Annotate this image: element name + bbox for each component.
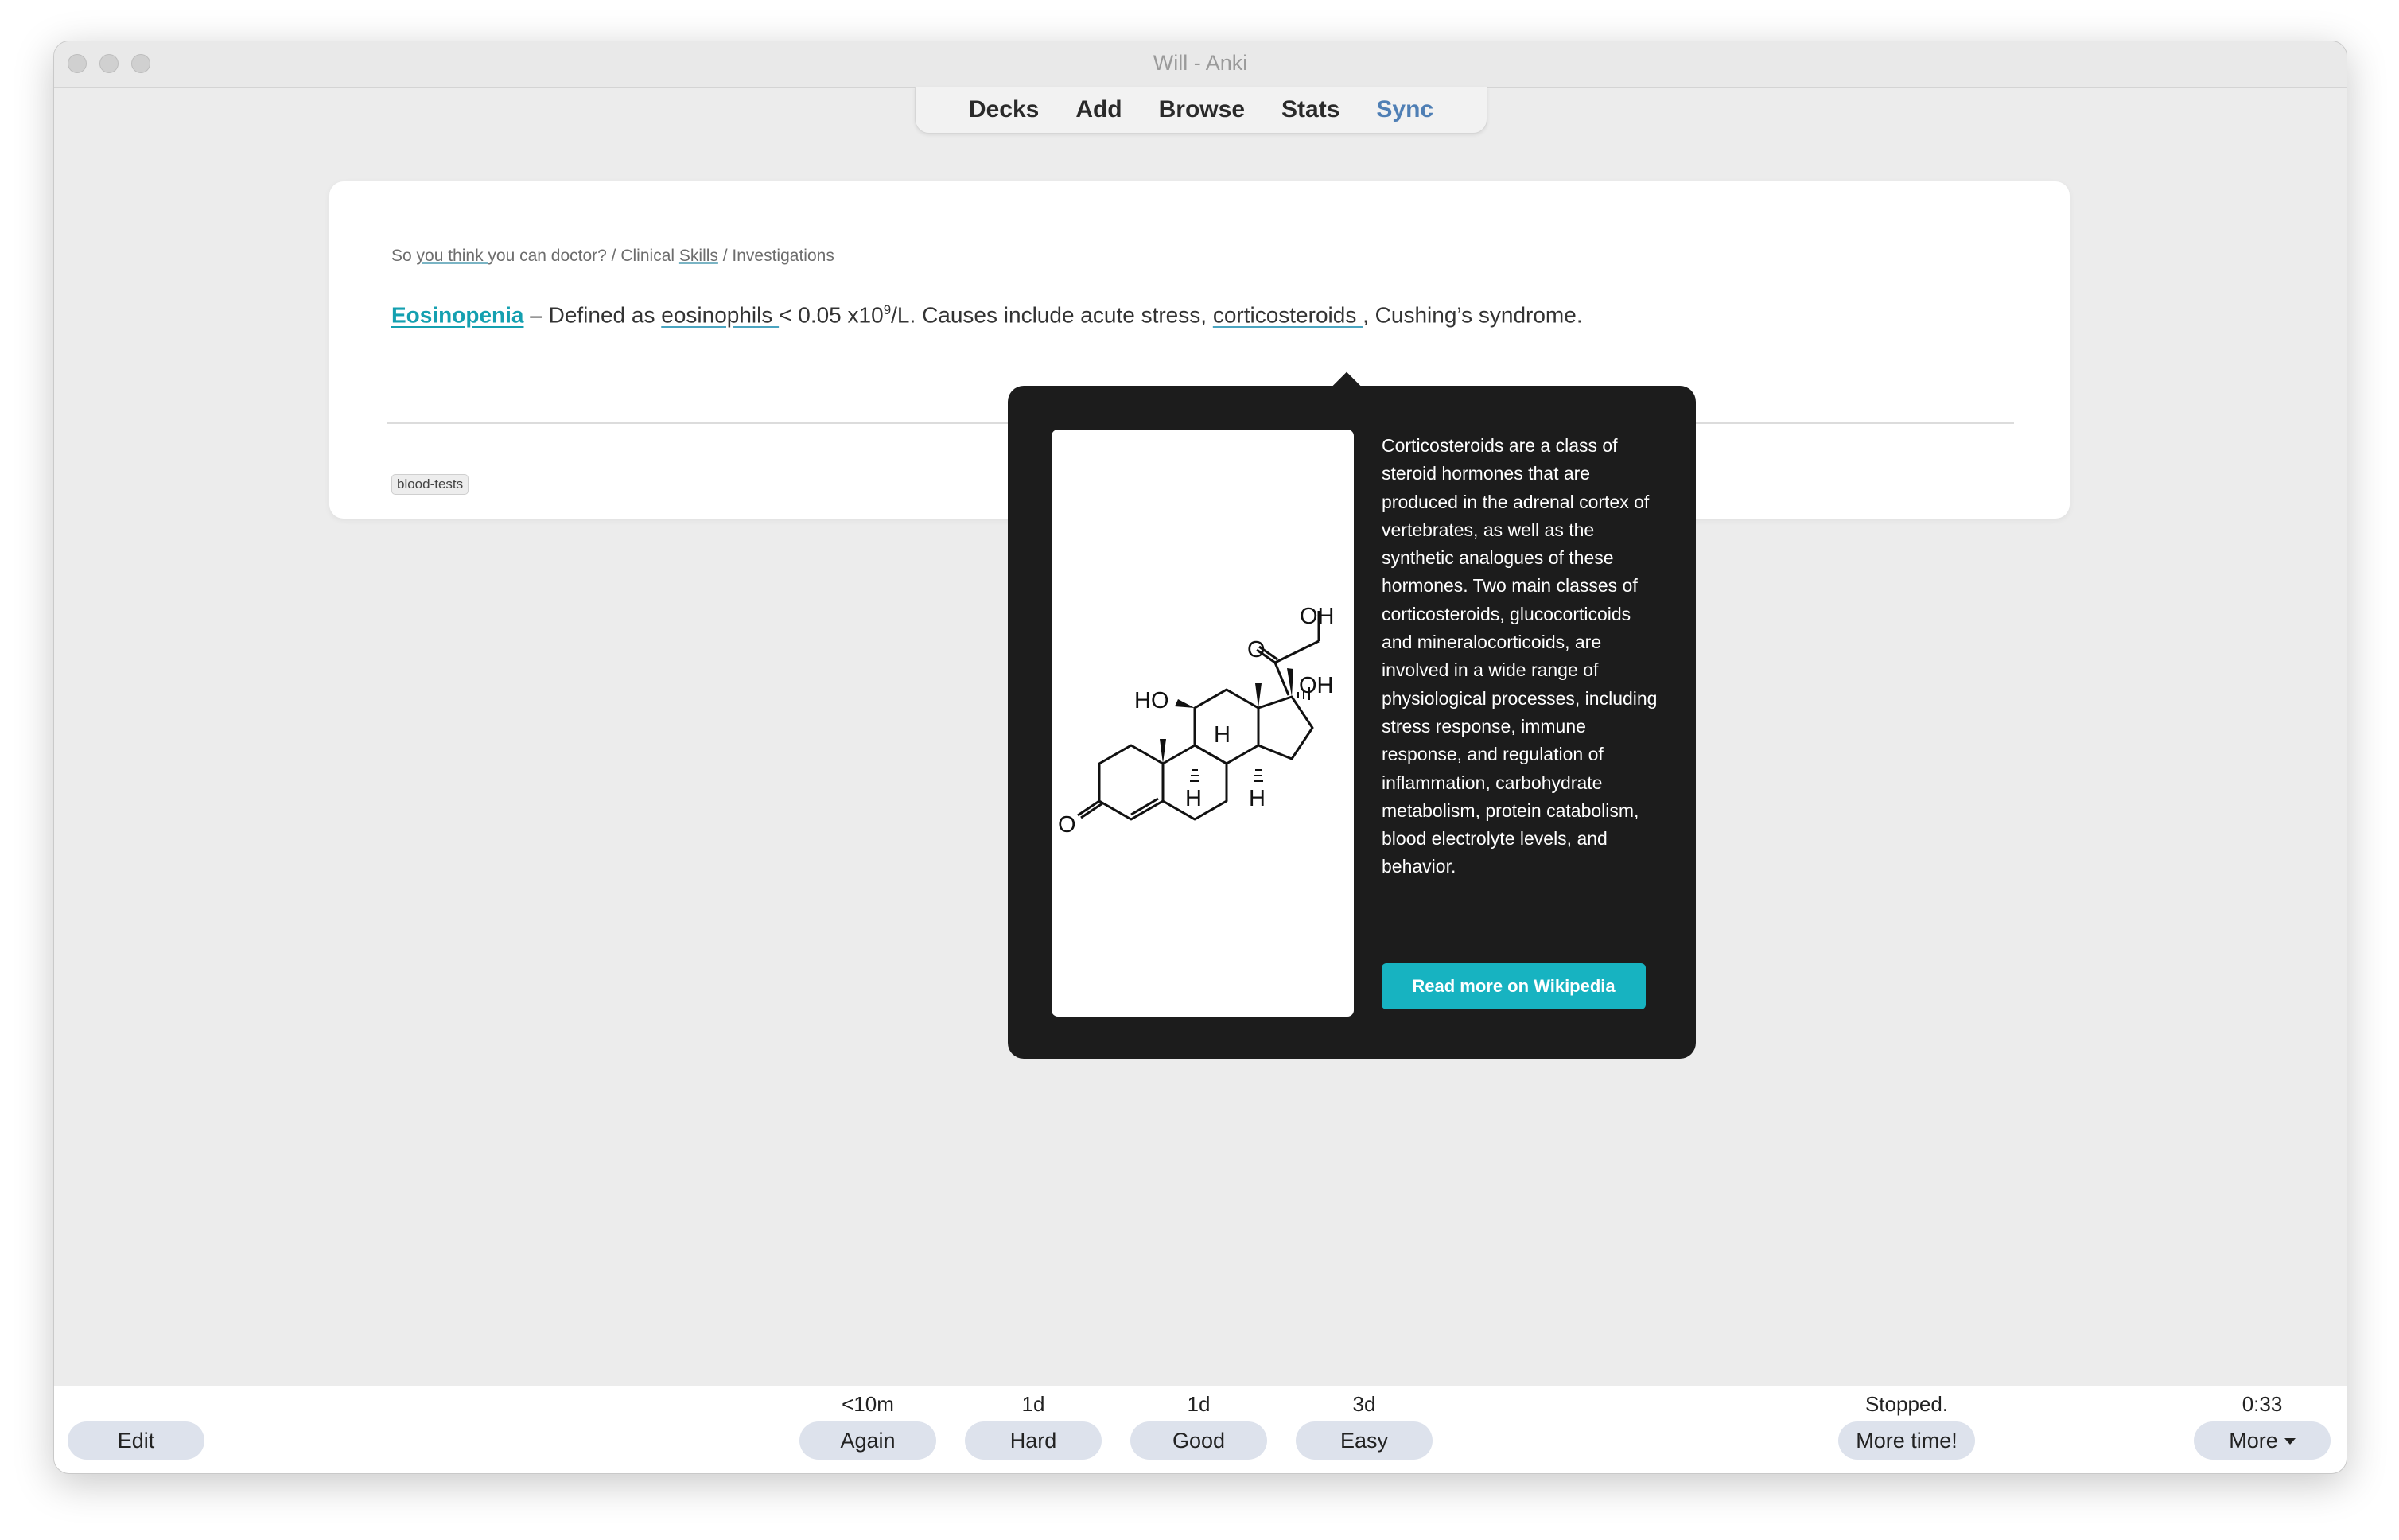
- answer-bar: . Edit <10m Again 1d Hard 1d Good 3d Eas…: [54, 1386, 2347, 1473]
- more-time-button[interactable]: More time!: [1838, 1421, 1975, 1460]
- elapsed-time: 0:33: [2242, 1392, 2283, 1416]
- breadcrumb-text: / Investigations: [717, 247, 834, 265]
- sentence-text: /L. Causes include acute stress,: [891, 302, 1213, 328]
- tag-badge[interactable]: blood-tests: [391, 474, 469, 495]
- wiki-popover: OH OH HO O O H H H Corticosteroids are a…: [1008, 371, 1696, 1059]
- easy-interval: 3d: [1352, 1392, 1376, 1416]
- top-nav: Decks Add Browse Stats Sync: [915, 87, 1487, 134]
- label-h-14: H: [1249, 786, 1266, 811]
- link-corticosteroids[interactable]: corticosteroids: [1213, 302, 1363, 327]
- more-label: More: [2229, 1428, 2278, 1452]
- breadcrumb: So you think you can doctor? / Clinical …: [391, 247, 834, 266]
- more-button[interactable]: More: [2194, 1421, 2331, 1460]
- sentence-text: < 0.05 x10: [779, 302, 884, 328]
- label-oh-top: OH: [1300, 604, 1335, 629]
- again-button[interactable]: Again: [799, 1421, 936, 1460]
- sentence-text: – Defined as: [523, 302, 662, 328]
- hard-group: 1d Hard: [965, 1386, 1102, 1460]
- nav-decks[interactable]: Decks: [955, 96, 1053, 123]
- easy-button[interactable]: Easy: [1296, 1421, 1433, 1460]
- popover-description: Corticosteroids are a class of steroid h…: [1382, 435, 1658, 877]
- window-title: Will - Anki: [1153, 51, 1248, 75]
- sentence-text: , Cushing’s syndrome.: [1363, 302, 1583, 328]
- corticosteroid-structure: OH OH HO O O H H H: [1058, 604, 1335, 838]
- nav-add[interactable]: Add: [1061, 96, 1136, 123]
- breadcrumb-text: you can doctor? / Clinical: [488, 247, 679, 265]
- again-interval: <10m: [842, 1392, 894, 1416]
- nav-sync[interactable]: Sync: [1362, 96, 1448, 123]
- label-h-9: H: [1214, 722, 1231, 748]
- hard-interval: 1d: [1021, 1392, 1045, 1416]
- nav-browse[interactable]: Browse: [1145, 96, 1259, 123]
- title-bar: Will - Anki: [54, 41, 2347, 88]
- breadcrumb-link[interactable]: you think: [417, 247, 488, 265]
- timer-status: Stopped.: [1864, 1392, 1949, 1416]
- link-eosinophils[interactable]: eosinophils: [661, 302, 779, 327]
- again-group: <10m Again: [799, 1386, 936, 1460]
- label-o-ring: O: [1058, 812, 1076, 838]
- breadcrumb-text: So: [391, 247, 417, 265]
- card-sentence: Eosinopenia – Defined as eosinophils < 0…: [391, 302, 1583, 328]
- label-oh-side: OH: [1299, 673, 1334, 698]
- label-ho: HO: [1134, 688, 1169, 714]
- easy-group: 3d Easy: [1296, 1386, 1433, 1460]
- good-group: 1d Good: [1130, 1386, 1267, 1460]
- good-interval: 1d: [1187, 1392, 1211, 1416]
- label-o-ketone: O: [1247, 637, 1266, 663]
- molecule-image: OH OH HO O O H H H: [1052, 430, 1354, 1017]
- hard-button[interactable]: Hard: [965, 1421, 1102, 1460]
- read-more-wikipedia-button[interactable]: Read more on Wikipedia: [1382, 963, 1646, 1009]
- edit-button[interactable]: Edit: [68, 1421, 204, 1460]
- exponent: 9: [883, 302, 892, 317]
- more-group: 0:33 More: [2194, 1386, 2331, 1460]
- term-eosinopenia[interactable]: Eosinopenia: [391, 302, 523, 327]
- label-h-8: H: [1185, 786, 1202, 811]
- caret-down-icon: [2284, 1438, 2296, 1445]
- anki-window: Will - Anki Decks Add Browse Stats Sync …: [53, 41, 2347, 1474]
- timer-group: Stopped. More time!: [1838, 1386, 1975, 1460]
- breadcrumb-link[interactable]: Skills: [679, 247, 718, 265]
- good-button[interactable]: Good: [1130, 1421, 1267, 1460]
- edit-group: . Edit: [68, 1386, 204, 1460]
- nav-stats[interactable]: Stats: [1267, 96, 1354, 123]
